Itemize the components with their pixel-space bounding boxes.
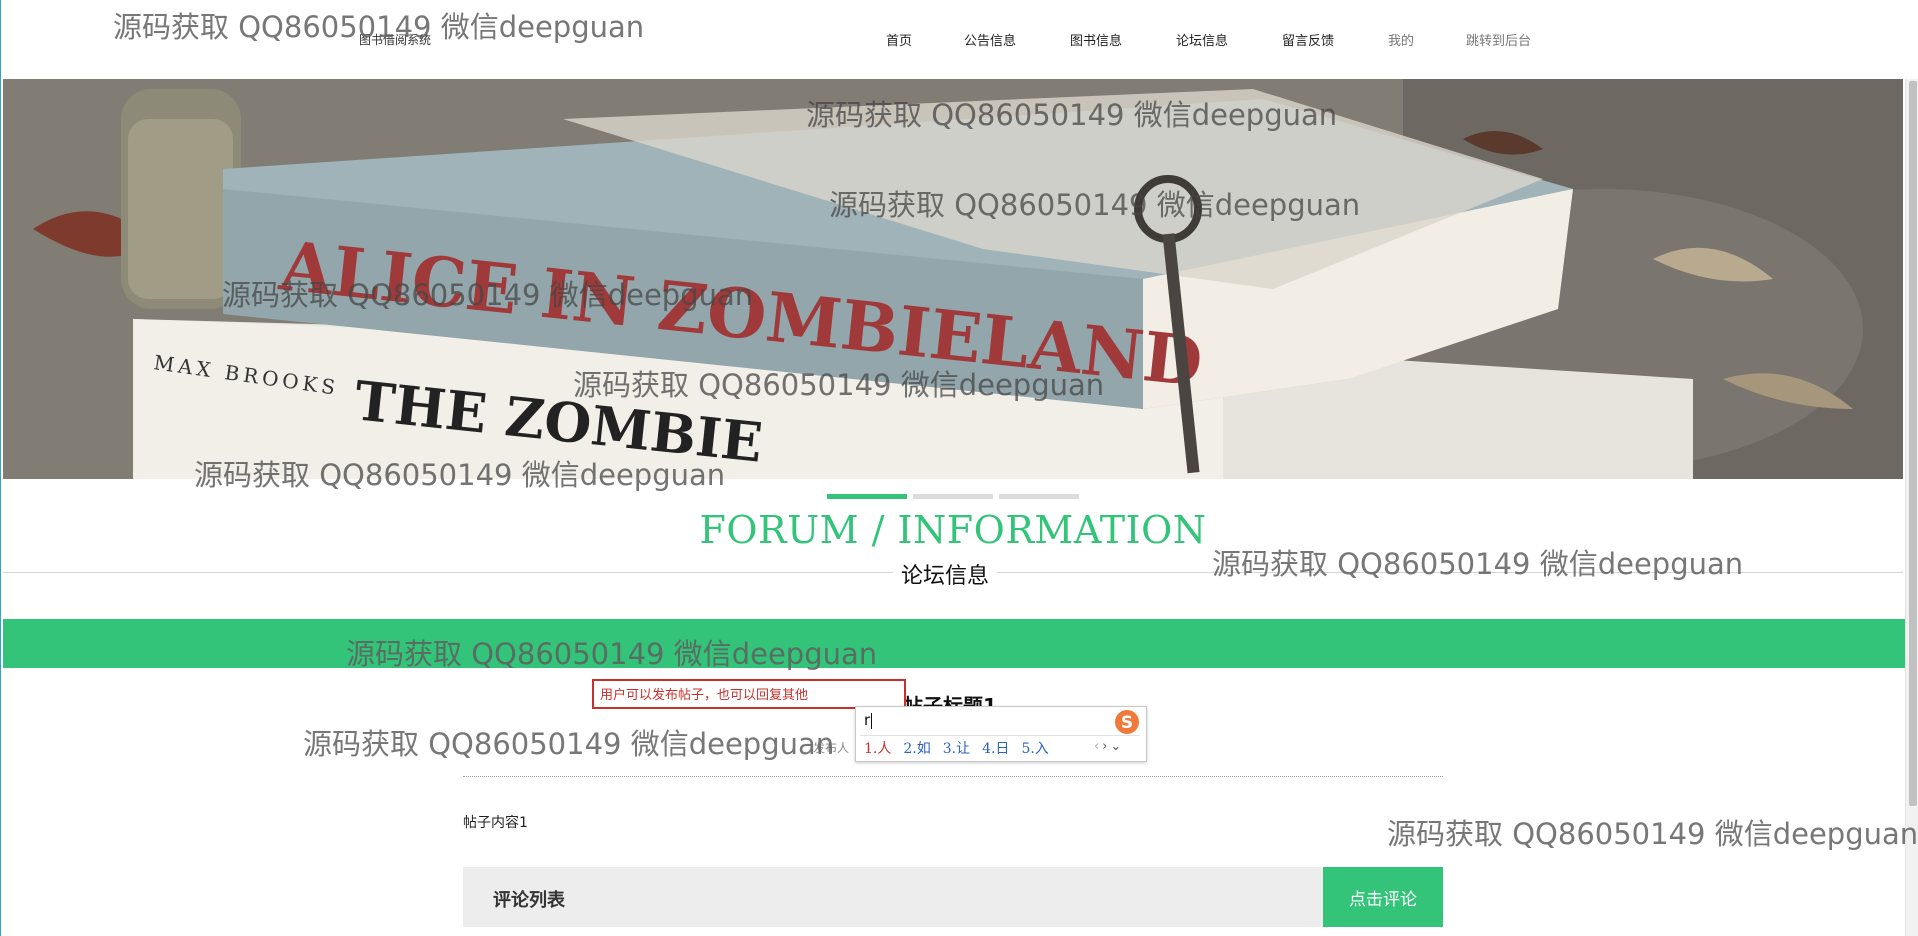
add-comment-button[interactable]: 点击评论 — [1323, 867, 1443, 927]
ime-candidates: 1.人 2.如 3.让 4.日 5.入 — [864, 738, 1061, 758]
banner-illustration: ALICE IN ZOMBIELAND MAX BROOKS THE ZOMBI… — [3, 79, 1903, 479]
sogou-logo-icon: S — [1115, 710, 1139, 734]
nav-home[interactable]: 首页 — [886, 30, 912, 49]
ime-candidate-4[interactable]: 4.日 — [982, 741, 1009, 757]
comment-list-title: 评论列表 — [493, 890, 565, 911]
annotation-box: 用户可以发布帖子，也可以回复其他 — [592, 679, 906, 709]
section-title-en: FORUM / INFORMATION — [699, 508, 1207, 552]
nav-books[interactable]: 图书信息 — [1070, 30, 1122, 49]
svg-text:S: S — [1121, 713, 1133, 733]
nav-admin[interactable]: 跳转到后台 — [1466, 30, 1531, 49]
green-band — [3, 619, 1905, 668]
nav-mine[interactable]: 我的 — [1388, 30, 1414, 49]
ime-candidate-1[interactable]: 1.人 — [864, 741, 891, 757]
ime-separator — [860, 735, 1140, 736]
ime-expand-icon[interactable]: ⌄ — [1110, 739, 1121, 754]
carousel-dot-1[interactable] — [827, 494, 907, 499]
ime-input[interactable]: r — [864, 711, 873, 729]
ime-nav: ‹ › ⌄ — [1094, 739, 1124, 754]
ime-candidate-5[interactable]: 5.入 — [1021, 741, 1048, 757]
banner-image: ALICE IN ZOMBIELAND MAX BROOKS THE ZOMBI… — [3, 79, 1903, 479]
ime-caret — [871, 712, 873, 729]
main-nav: 首页 公告信息 图书信息 论坛信息 留言反馈 我的 跳转到后台 — [1, 30, 1918, 50]
page-scrollbar[interactable] — [1905, 79, 1918, 936]
carousel-dot-2[interactable] — [913, 494, 993, 499]
scrollbar-thumb[interactable] — [1909, 81, 1917, 806]
ime-next-icon[interactable]: › — [1102, 739, 1107, 754]
ime-candidate-window: r S 1.人 2.如 3.让 4.日 5.入 ‹ › ⌄ — [855, 706, 1147, 762]
post-content: 帖子内容1 — [463, 815, 528, 831]
post-meta: 发布人 — [813, 741, 850, 755]
ime-candidate-2[interactable]: 2.如 — [903, 741, 930, 757]
nav-feedback[interactable]: 留言反馈 — [1282, 30, 1334, 49]
nav-forum[interactable]: 论坛信息 — [1176, 30, 1228, 49]
watermark-text: 源码获取 QQ86050149 微信deepguan — [303, 727, 835, 761]
watermark-text: 源码获取 QQ86050149 微信deepguan — [1387, 817, 1918, 851]
nav-announcements[interactable]: 公告信息 — [964, 30, 1016, 49]
post-divider — [463, 776, 1443, 777]
site-header: 图书借阅系统 首页 公告信息 图书信息 论坛信息 留言反馈 我的 跳转到后台 — [1, 0, 1918, 79]
ime-prev-icon[interactable]: ‹ — [1094, 739, 1099, 754]
comment-list-bar — [463, 867, 1323, 927]
section-title-cn: 论坛信息 — [893, 558, 998, 590]
carousel-dot-3[interactable] — [999, 494, 1079, 499]
ime-candidate-3[interactable]: 3.让 — [943, 741, 970, 757]
